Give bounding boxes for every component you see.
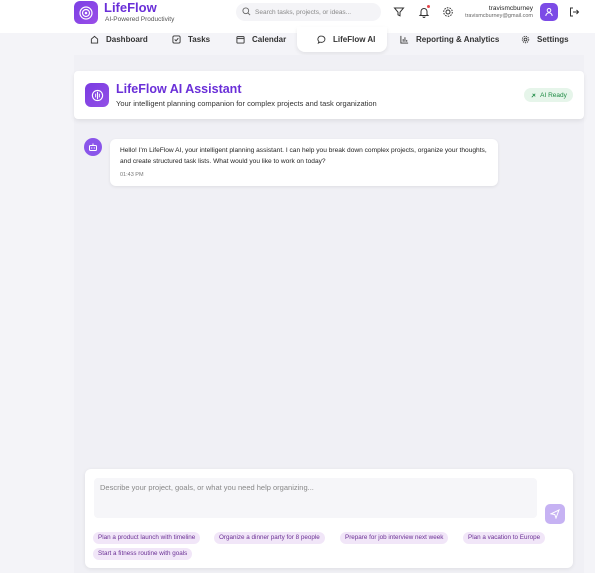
assistant-title: LifeFlow AI Assistant (116, 82, 242, 96)
message-text: Hello! I'm LifeFlow AI, your intelligent… (120, 147, 487, 165)
bot-avatar (84, 138, 102, 156)
tab-label: Settings (537, 35, 569, 44)
user-email: travismcburney@gmail.com (465, 13, 533, 19)
calendar-icon (236, 36, 245, 44)
app-logo[interactable] (74, 1, 98, 24)
search-bar[interactable] (236, 3, 381, 21)
tab-settings[interactable]: Settings (521, 27, 569, 52)
suggestion-chip[interactable]: Prepare for job interview next week (340, 532, 449, 544)
assistant-logo (85, 83, 109, 107)
tab-label: Calendar (252, 35, 287, 44)
send-icon (550, 509, 560, 519)
search-icon (242, 7, 251, 16)
user-avatar[interactable] (540, 3, 558, 21)
chat-message-bot: Hello! I'm LifeFlow AI, your intelligent… (110, 139, 498, 186)
tab-label: Dashboard (106, 35, 148, 44)
app-tagline: AI-Powered Productivity (105, 16, 175, 23)
home-icon (90, 35, 99, 44)
send-button[interactable] (545, 504, 565, 524)
bar-chart-icon (400, 35, 409, 44)
checkbox-icon (172, 35, 181, 44)
logo-icon (79, 5, 93, 20)
logout-icon[interactable] (568, 6, 580, 18)
assistant-subtitle: Your intelligent planning companion for … (116, 99, 377, 108)
user-icon (545, 8, 553, 17)
ai-brain-icon (91, 89, 103, 101)
robot-icon (89, 143, 97, 151)
tab-reporting-analytics[interactable]: Reporting & Analytics (400, 27, 499, 52)
tab-dashboard[interactable]: Dashboard (90, 27, 148, 52)
assistant-header-card: LifeFlow AI Assistant Your intelligent p… (74, 71, 584, 119)
suggestion-chip[interactable]: Start a fitness routine with goals (93, 548, 193, 560)
status-badge: AI Ready (524, 88, 573, 102)
sparkle-icon (531, 92, 536, 98)
app-name: LifeFlow (104, 0, 157, 15)
tab-label: Tasks (188, 35, 211, 44)
message-timestamp: 01:43 PM (120, 172, 144, 178)
tab-tasks[interactable]: Tasks (172, 27, 210, 52)
suggestion-chip[interactable]: Organize a dinner party for 8 people (214, 532, 325, 544)
chat-bubble-icon (317, 35, 326, 44)
tab-label: LifeFlow AI (333, 35, 376, 44)
tab-label: Reporting & Analytics (416, 35, 500, 44)
search-input[interactable] (255, 5, 375, 19)
message-input[interactable] (94, 478, 537, 518)
filter-icon[interactable] (393, 6, 405, 18)
suggestion-chip[interactable]: Plan a product launch with timeline (93, 532, 201, 544)
suggestion-chip[interactable]: Plan a vacation to Europe (463, 532, 546, 544)
gear-icon[interactable] (442, 6, 454, 18)
tab-calendar[interactable]: Calendar (236, 27, 286, 52)
status-badge-label: AI Ready (540, 91, 567, 99)
user-name: travismcburney (488, 5, 533, 12)
gear-icon (521, 35, 530, 44)
main-nav: Dashboard Tasks Calendar LifeFlow AI Rep… (0, 27, 595, 53)
notification-dot (427, 5, 430, 8)
tab-lifeflow-ai[interactable]: LifeFlow AI (297, 27, 387, 52)
